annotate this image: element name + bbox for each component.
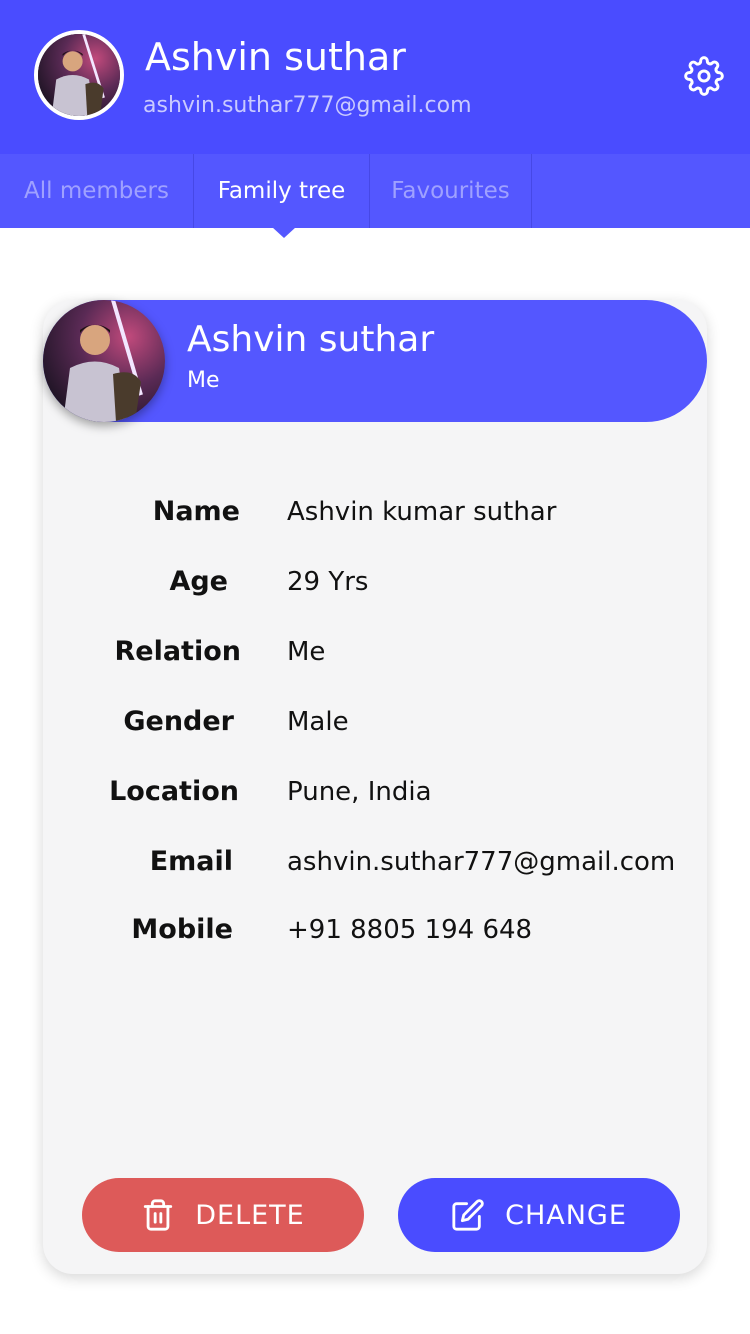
user-avatar[interactable] [34,30,124,120]
tab-family-tree[interactable]: Family tree [194,154,370,228]
detail-value-name: Ashvin kumar suthar [287,497,557,527]
delete-button[interactable]: DELETE [82,1178,364,1252]
delete-button-label: DELETE [195,1199,305,1231]
tab-bar: All members Family tree Favourites [0,154,750,228]
avatar-photo [38,34,120,116]
detail-value-email[interactable]: ashvin.suthar777@gmail.com [287,844,675,880]
change-button-label: CHANGE [505,1199,627,1231]
user-name: Ashvin suthar [145,35,406,79]
app-header: Ashvin suthar ashvin.suthar777@gmail.com [0,0,750,154]
change-button[interactable]: CHANGE [398,1178,680,1252]
active-tab-indicator [272,227,296,238]
detail-value-mobile[interactable]: +91 8805 194 648 [287,912,532,948]
trash-icon [141,1198,175,1232]
detail-label-age: Age [169,566,228,597]
edit-icon [451,1198,485,1232]
detail-label-gender: Gender [123,706,234,737]
detail-value-location: Pune, India [287,777,432,807]
member-photo [43,300,165,422]
tab-all-members[interactable]: All members [0,154,194,228]
member-avatar[interactable] [43,300,165,422]
detail-label-location: Location [109,776,239,807]
detail-label-name: Name [152,496,240,527]
member-name: Ashvin suthar [187,319,435,360]
detail-label-mobile: Mobile [131,914,233,945]
user-email: ashvin.suthar777@gmail.com [143,93,472,118]
member-relation: Me [187,368,220,393]
gear-icon[interactable] [684,56,724,96]
tab-favourites[interactable]: Favourites [370,154,532,228]
detail-value-gender: Male [287,707,349,737]
detail-label-relation: Relation [114,636,241,667]
detail-label-email: Email [149,846,233,877]
detail-value-relation: Me [287,637,326,667]
detail-value-age: 29 Yrs [287,567,369,597]
